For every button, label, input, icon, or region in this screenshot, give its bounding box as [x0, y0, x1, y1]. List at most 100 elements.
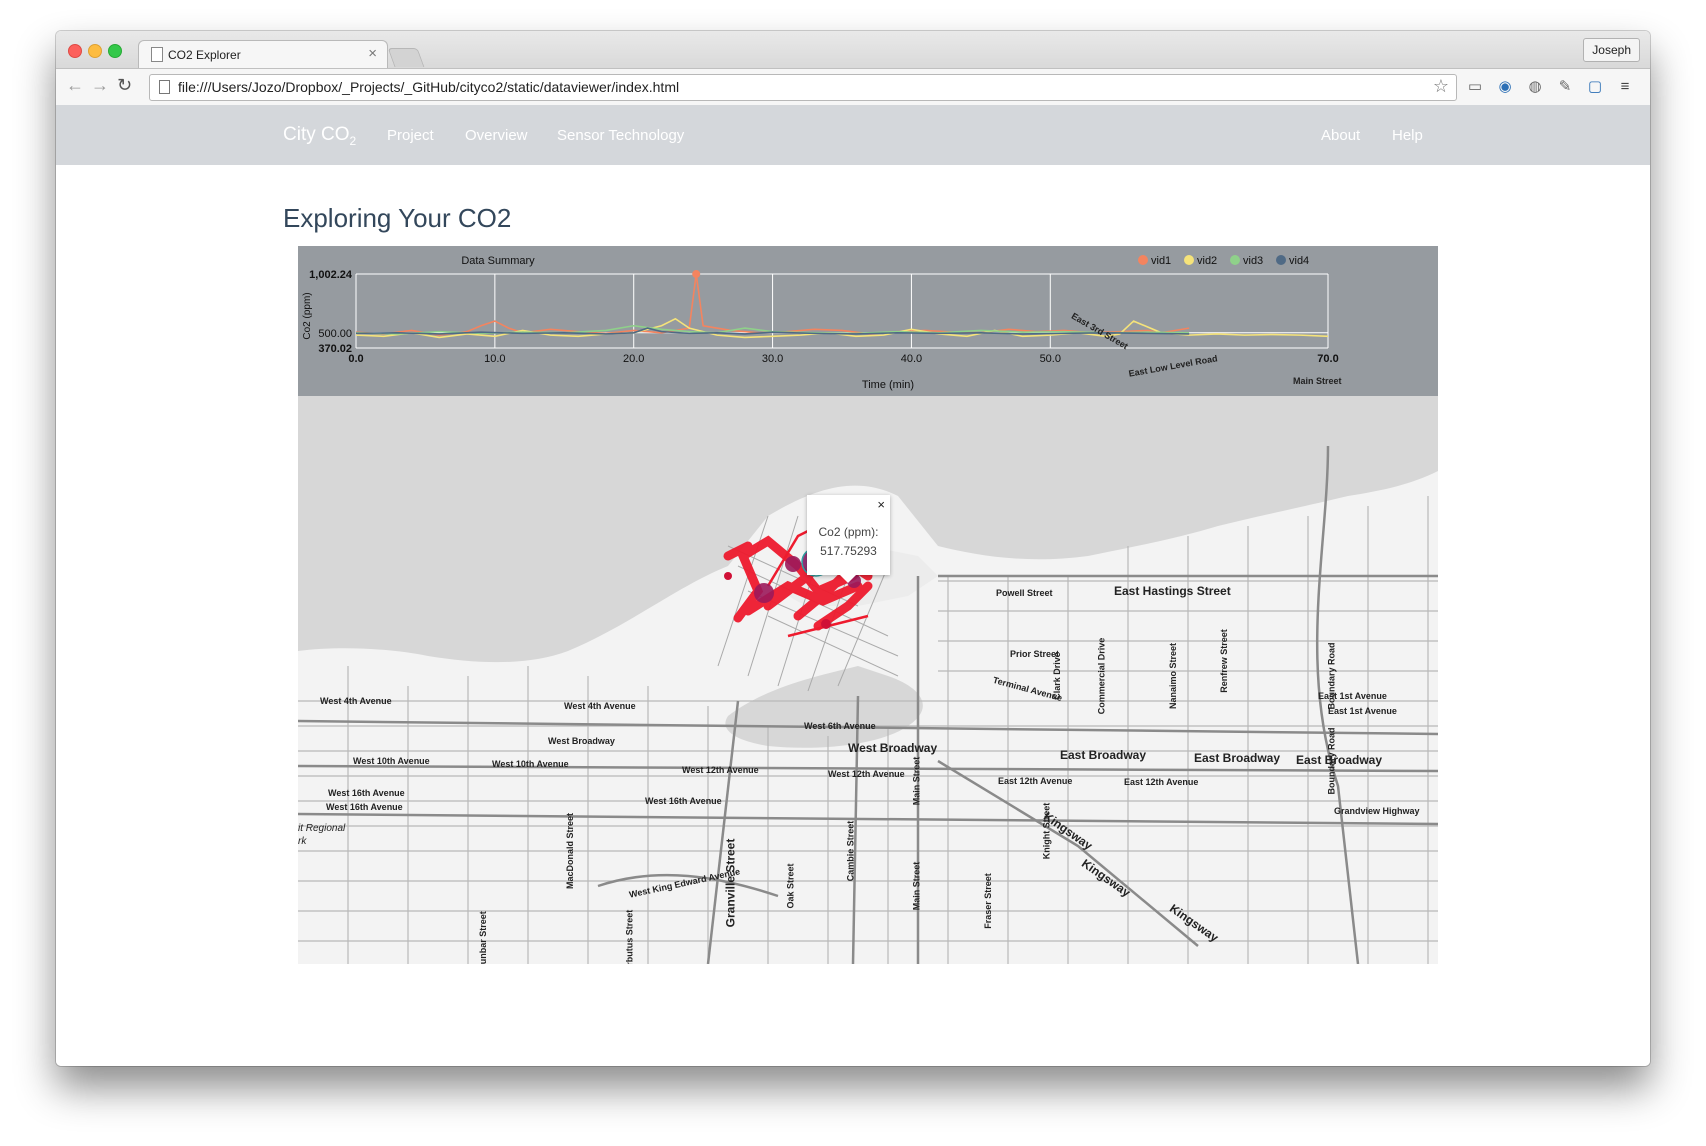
bookmark-star-icon[interactable]: ☆ — [1433, 76, 1449, 97]
eyedropper-icon[interactable]: ✎ — [1556, 77, 1574, 95]
nav-help[interactable]: Help — [1392, 127, 1423, 144]
new-tab-button[interactable] — [387, 48, 425, 67]
street-label: Main Street — [1293, 376, 1342, 386]
popup-value: 517.75293 — [820, 544, 877, 558]
extension-icon[interactable]: ▭ — [1466, 77, 1484, 95]
camera-icon[interactable]: ◉ — [1496, 77, 1514, 95]
y-tick-label: 1,002.24 — [309, 269, 353, 281]
legend-swatch — [1276, 255, 1286, 265]
street-label: West 12th Avenue — [682, 765, 759, 775]
chart-background — [298, 246, 1438, 396]
street-label: East Hastings Street — [1114, 584, 1231, 598]
street-label: Clark Drive — [1051, 652, 1062, 700]
brand-link[interactable]: City CO2 — [283, 124, 356, 148]
data-summary-chart: Data Summary 0.0 10.0 20.0 30.0 40.0 50.0 70.0… — [298, 246, 1438, 396]
reload-icon[interactable]: ↻ — [117, 75, 132, 96]
back-icon[interactable]: ← — [66, 75, 84, 96]
street-label: Commercial Drive — [1096, 637, 1107, 715]
legend-label: vid3 — [1243, 255, 1263, 267]
street-label: West 16th Avenue — [328, 788, 405, 798]
x-tick-label: 30.0 — [762, 353, 783, 365]
nav-project[interactable]: Project — [387, 127, 434, 144]
street-label: West 10th Avenue — [353, 756, 430, 766]
street-label: West 16th Avenue — [645, 796, 722, 806]
peak-point — [692, 270, 701, 279]
y-tick-label: 370.02 — [318, 343, 352, 355]
street-label: Grandview Highway — [1334, 806, 1420, 816]
park-label: rk — [298, 836, 307, 847]
street-label: West 4th Avenue — [320, 696, 392, 706]
address-bar[interactable]: file:///Users/Jozo/Dropbox/_Projects/_Gi… — [149, 74, 1457, 101]
nav-sensor-technology[interactable]: Sensor Technology — [557, 127, 684, 144]
street-label: East Broadway — [1194, 751, 1281, 765]
legend-swatch — [1184, 255, 1194, 265]
street-label: Boundary Road — [1326, 727, 1337, 795]
street-label: West Broadway — [548, 736, 615, 746]
close-window-icon[interactable] — [68, 44, 82, 58]
co2-map[interactable]: Data Summary 0.0 10.0 20.0 30.0 40.0 50.0 70.0… — [298, 246, 1438, 964]
x-tick-label: 10.0 — [484, 353, 505, 365]
street-label: Main Street — [911, 861, 922, 911]
x-tick-label: 50.0 — [1040, 353, 1061, 365]
x-tick-label: 40.0 — [901, 353, 922, 365]
street-label: East Broadway — [1060, 748, 1147, 762]
street-label: West 10th Avenue — [492, 759, 569, 769]
popup-close-icon[interactable]: × — [877, 497, 885, 512]
street-label: East 12th Avenue — [1124, 777, 1199, 787]
street-label: Renfrew Street — [1218, 629, 1229, 693]
street-label: East Broadway — [1296, 753, 1383, 767]
street-label: Powell Street — [996, 588, 1053, 598]
street-label: Nanaimo Street — [1168, 642, 1179, 710]
street-label: Dunbar Street — [477, 911, 488, 964]
legend-label: vid4 — [1289, 255, 1309, 267]
street-label: Cambie Street — [845, 820, 856, 882]
park-label: it Regional — [298, 823, 346, 834]
street-label: Boundary Road — [1326, 642, 1337, 710]
y-tick-label: 500.00 — [318, 328, 352, 340]
street-label: Granville Street — [723, 838, 738, 928]
street-label: West 12th Avenue — [828, 769, 905, 779]
legend-swatch — [1230, 255, 1240, 265]
street-label: Arbutus Street — [624, 909, 635, 964]
legend-label: vid2 — [1197, 255, 1217, 267]
fullscreen-icon[interactable]: ▢ — [1586, 77, 1604, 95]
street-label: West Broadway — [848, 741, 938, 755]
x-axis-label: Time (min) — [862, 379, 914, 391]
street-label: Fraser Street — [982, 873, 993, 929]
zoom-window-icon[interactable] — [108, 44, 122, 58]
page-icon — [151, 47, 163, 62]
browser-window: CO2 Explorer × Joseph ← → ↻ file:///User… — [56, 31, 1650, 1066]
y-axis-label: Co2 (ppm) — [302, 292, 313, 339]
nav-overview[interactable]: Overview — [465, 127, 528, 144]
browser-toolbar: ← → ↻ file:///Users/Jozo/Dropbox/_Projec… — [56, 68, 1650, 106]
street-label: Oak Street — [785, 863, 796, 909]
street-label: East 12th Avenue — [998, 776, 1073, 786]
legend-label: vid1 — [1151, 255, 1171, 267]
menu-icon[interactable]: ≡ — [1616, 77, 1634, 95]
chart-title: Data Summary — [461, 255, 535, 267]
street-label: West 4th Avenue — [564, 701, 636, 711]
profile-button[interactable]: Joseph — [1583, 38, 1640, 62]
tab-bar: CO2 Explorer × Joseph — [56, 31, 1650, 69]
street-label: West 16th Avenue — [326, 802, 403, 812]
street-label: MacDonald Street — [565, 812, 576, 890]
page-viewport: City CO2 Project Overview Sensor Technol… — [56, 105, 1650, 1066]
tab-title: CO2 Explorer — [168, 48, 241, 62]
street-label: Knight Street — [1041, 802, 1052, 860]
x-tick-label: 70.0 — [1317, 353, 1338, 365]
x-tick-label: 20.0 — [623, 353, 644, 365]
nav-about[interactable]: About — [1321, 127, 1360, 144]
legend-swatch — [1138, 255, 1148, 265]
browser-tab[interactable]: CO2 Explorer × — [138, 40, 388, 69]
url-text[interactable]: file:///Users/Jozo/Dropbox/_Projects/_Gi… — [178, 79, 679, 95]
street-label: East 1st Avenue — [1328, 706, 1397, 716]
street-label: Main Street — [911, 756, 922, 806]
tab-close-icon[interactable]: × — [368, 45, 377, 62]
forward-icon[interactable]: → — [91, 75, 109, 96]
download-icon[interactable]: ◍ — [1526, 77, 1544, 95]
minimize-window-icon[interactable] — [88, 44, 102, 58]
page-icon — [159, 80, 170, 94]
popup-label: Co2 (ppm): — [818, 525, 879, 539]
site-navbar: City CO2 Project Overview Sensor Technol… — [56, 105, 1650, 165]
value-popup: × Co2 (ppm): 517.75293 — [807, 495, 890, 583]
